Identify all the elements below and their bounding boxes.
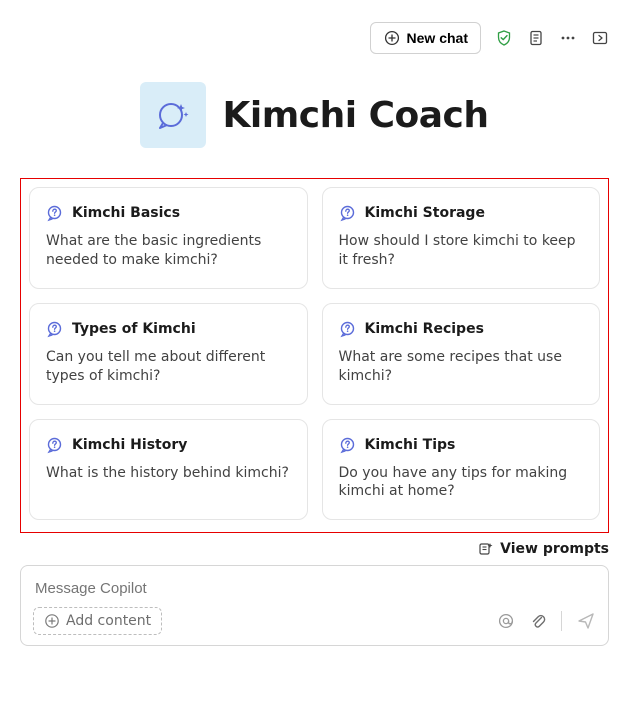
- new-chat-button[interactable]: New chat: [370, 22, 481, 54]
- composer-actions: [497, 611, 596, 631]
- prompt-card[interactable]: Kimchi Tips Do you have any tips for mak…: [322, 419, 601, 521]
- chat-question-icon: [46, 320, 64, 338]
- page-title: Kimchi Coach: [222, 95, 488, 136]
- prompt-card-body: What is the history behind kimchi?: [46, 464, 291, 483]
- prompt-card-title: Kimchi History: [72, 437, 187, 453]
- top-toolbar: New chat: [0, 0, 629, 54]
- agent-avatar: [140, 82, 206, 148]
- sparkle-list-icon: [478, 541, 494, 557]
- chat-question-icon: [339, 320, 357, 338]
- prompt-card-title: Kimchi Storage: [365, 205, 485, 221]
- prompt-card[interactable]: Kimchi Storage How should I store kimchi…: [322, 187, 601, 289]
- chat-question-icon: [339, 436, 357, 454]
- attachment-icon[interactable]: [529, 612, 547, 630]
- add-content-button[interactable]: Add content: [33, 607, 162, 635]
- view-prompts-label: View prompts: [500, 541, 609, 557]
- prompt-card-body: Do you have any tips for making kimchi a…: [339, 464, 584, 502]
- prompt-cards-grid: Kimchi Basics What are the basic ingredi…: [29, 187, 600, 520]
- prompt-card[interactable]: Kimchi Recipes What are some recipes tha…: [322, 303, 601, 405]
- prompt-cards-highlight: Kimchi Basics What are the basic ingredi…: [20, 178, 609, 533]
- prompt-card-body: What are some recipes that use kimchi?: [339, 348, 584, 386]
- prompt-card[interactable]: Kimchi Basics What are the basic ingredi…: [29, 187, 308, 289]
- mention-icon[interactable]: [497, 612, 515, 630]
- chat-question-icon: [46, 436, 64, 454]
- shield-check-icon[interactable]: [495, 29, 513, 47]
- add-content-label: Add content: [66, 613, 151, 629]
- message-input[interactable]: [33, 576, 596, 607]
- chat-sparkle-icon: [153, 95, 193, 135]
- plus-circle-icon: [383, 29, 401, 47]
- chat-question-icon: [46, 204, 64, 222]
- prompt-card-title: Kimchi Basics: [72, 205, 180, 221]
- prompt-card-body: Can you tell me about different types of…: [46, 348, 291, 386]
- view-prompts-link[interactable]: View prompts: [0, 533, 629, 563]
- new-chat-label: New chat: [407, 30, 468, 46]
- prompt-card-title: Kimchi Recipes: [365, 321, 484, 337]
- prompt-card-title: Kimchi Tips: [365, 437, 456, 453]
- panel-toggle-icon[interactable]: [591, 29, 609, 47]
- plus-circle-icon: [44, 613, 60, 629]
- chat-question-icon: [339, 204, 357, 222]
- divider: [561, 611, 562, 631]
- prompt-card-title: Types of Kimchi: [72, 321, 196, 337]
- prompt-card[interactable]: Kimchi History What is the history behin…: [29, 419, 308, 521]
- prompt-card-body: What are the basic ingredients needed to…: [46, 232, 291, 270]
- document-icon[interactable]: [527, 29, 545, 47]
- send-icon[interactable]: [576, 611, 596, 631]
- composer: Add content: [20, 565, 609, 646]
- prompt-card[interactable]: Types of Kimchi Can you tell me about di…: [29, 303, 308, 405]
- more-icon[interactable]: [559, 29, 577, 47]
- prompt-card-body: How should I store kimchi to keep it fre…: [339, 232, 584, 270]
- hero: Kimchi Coach: [0, 82, 629, 148]
